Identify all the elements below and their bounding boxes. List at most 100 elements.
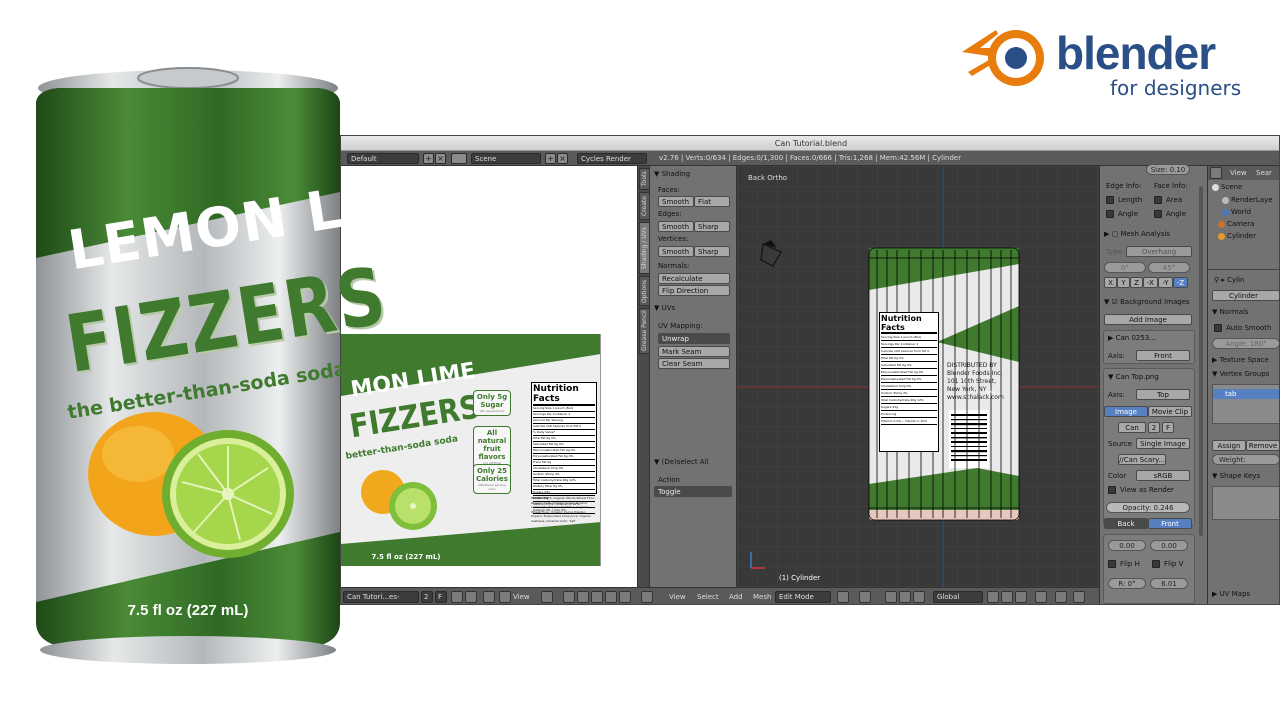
- auto-smooth-checkbox[interactable]: [1214, 324, 1222, 332]
- snap-icon[interactable]: [1073, 591, 1085, 603]
- offset-x-field[interactable]: 0.00: [1108, 540, 1146, 551]
- action-select[interactable]: Toggle: [654, 486, 732, 497]
- scale-field[interactable]: 6.01: [1150, 578, 1188, 589]
- rotate-icon[interactable]: [913, 591, 925, 603]
- tab-shading-uvs[interactable]: Shading / UVs: [639, 222, 650, 274]
- image-tab[interactable]: Image: [1104, 406, 1148, 417]
- uv-sync-icon[interactable]: [563, 591, 575, 603]
- vertices-smooth-button[interactable]: Smooth: [658, 246, 694, 257]
- 3d-viewport[interactable]: Back Ortho (1) Cylinder Nutrition Facts …: [737, 166, 1099, 587]
- max-angle-field[interactable]: 45°: [1148, 262, 1190, 273]
- bg-image-2-name[interactable]: ▼ Can Top.png: [1108, 373, 1159, 381]
- manipulator-icon[interactable]: [885, 591, 897, 603]
- assign-button[interactable]: Assign: [1212, 440, 1246, 451]
- flip-v-checkbox[interactable]: [1152, 560, 1160, 568]
- auto-smooth-angle-field[interactable]: Angle: 180°: [1212, 338, 1279, 349]
- menu-add[interactable]: Add: [729, 591, 743, 603]
- vertex-group-list[interactable]: tab: [1212, 384, 1279, 424]
- pivot-icon[interactable]: [541, 591, 553, 603]
- background-images-header[interactable]: ▼ ☑ Background Images: [1104, 298, 1190, 306]
- mark-seam-button[interactable]: Mark Seam: [658, 346, 730, 357]
- axis-y-button[interactable]: Y: [1117, 277, 1130, 288]
- folder-icon[interactable]: [451, 591, 463, 603]
- flip-h-checkbox[interactable]: [1108, 560, 1116, 568]
- vertex-groups-panel-header[interactable]: ▼ Vertex Groups: [1212, 370, 1269, 378]
- layer-icon[interactable]: [1035, 591, 1047, 603]
- face-select-icon[interactable]: [605, 591, 617, 603]
- flip-direction-button[interactable]: Flip Direction: [658, 285, 730, 296]
- edges-sharp-button[interactable]: Sharp: [694, 221, 730, 232]
- uv-maps-panel-header[interactable]: ▶ UV Maps: [1212, 590, 1250, 598]
- vertex-group-item[interactable]: tab: [1213, 389, 1279, 399]
- image-users-count[interactable]: 2: [421, 591, 433, 603]
- translate-icon[interactable]: [899, 591, 911, 603]
- vertices-sharp-button[interactable]: Sharp: [694, 246, 730, 257]
- min-angle-field[interactable]: 0°: [1104, 262, 1146, 273]
- movie-clip-tab[interactable]: Movie Clip: [1148, 406, 1192, 417]
- sticky-select-icon[interactable]: [619, 591, 631, 603]
- vertex-select-icon[interactable]: [577, 591, 589, 603]
- image-path-field[interactable]: //Can Scary...: [1118, 454, 1166, 465]
- edge-select-icon[interactable]: [1001, 591, 1013, 603]
- outliner-editor-type-icon[interactable]: [1210, 167, 1222, 179]
- opacity-slider[interactable]: Opacity: 0.246: [1106, 502, 1190, 513]
- add-scene-button[interactable]: +: [545, 153, 556, 164]
- deselect-all-panel-header[interactable]: ▼ (De)select All: [654, 458, 708, 466]
- axis-z-button[interactable]: Z: [1130, 277, 1143, 288]
- unwrap-button[interactable]: Unwrap: [658, 333, 730, 344]
- faces-smooth-button[interactable]: Smooth: [658, 196, 694, 207]
- axis-neg-z-button[interactable]: -Z: [1173, 277, 1188, 288]
- mode-select[interactable]: Edit Mode: [775, 591, 831, 603]
- add-image-button[interactable]: Add Image: [1104, 314, 1192, 325]
- bg-image-1-name[interactable]: ▶ Can 0253...: [1108, 334, 1156, 342]
- back-button[interactable]: Back: [1104, 518, 1148, 529]
- render-engine-select[interactable]: Cycles Render: [577, 153, 647, 164]
- recalculate-button[interactable]: Recalculate: [658, 273, 730, 284]
- context-object-path[interactable]: ⚲ ▸ Cylin: [1214, 276, 1244, 284]
- axis-neg-x-button[interactable]: -X: [1143, 277, 1158, 288]
- editor-type-icon[interactable]: [641, 591, 653, 603]
- shape-key-list[interactable]: [1212, 486, 1279, 520]
- faces-flat-button[interactable]: Flat: [694, 196, 730, 207]
- edge-angle-checkbox[interactable]: [1106, 210, 1114, 218]
- outliner-menu-view[interactable]: View: [1230, 167, 1247, 179]
- uvs-panel-header[interactable]: ▼ UVs: [654, 304, 675, 312]
- remove-scene-button[interactable]: ×: [557, 153, 568, 164]
- length-checkbox[interactable]: [1106, 196, 1114, 204]
- tab-options[interactable]: Options: [639, 276, 650, 306]
- vertex-select-icon[interactable]: [987, 591, 999, 603]
- bg-image-2-axis-select[interactable]: Top: [1136, 389, 1190, 400]
- menu-view[interactable]: View: [669, 591, 686, 603]
- mesh-analysis-header[interactable]: ▶ ▢ Mesh Analysis: [1104, 230, 1170, 238]
- source-select[interactable]: Single Image: [1136, 438, 1190, 449]
- color-space-select[interactable]: sRGB: [1136, 470, 1190, 481]
- offset-y-field[interactable]: 0.00: [1150, 540, 1188, 551]
- fake-user-toggle[interactable]: F: [435, 591, 447, 603]
- bg-image-users[interactable]: 2: [1148, 422, 1160, 433]
- tab-grease-pencil[interactable]: Grease Pencil: [639, 308, 650, 354]
- front-button[interactable]: Front: [1148, 518, 1192, 529]
- area-checkbox[interactable]: [1154, 196, 1162, 204]
- outliner-cylinder[interactable]: Cylinder: [1218, 232, 1256, 240]
- editor-type-icon[interactable]: [499, 591, 511, 603]
- axis-neg-y-button[interactable]: -Y: [1158, 277, 1173, 288]
- proportional-edit-icon[interactable]: [1055, 591, 1067, 603]
- face-angle-checkbox[interactable]: [1154, 210, 1162, 218]
- outliner-world[interactable]: World: [1222, 208, 1251, 216]
- bg-image-1-axis-select[interactable]: Front: [1136, 350, 1190, 361]
- pivot-point-icon[interactable]: [859, 591, 871, 603]
- edge-select-icon[interactable]: [591, 591, 603, 603]
- face-select-icon[interactable]: [1015, 591, 1027, 603]
- menu-mesh[interactable]: Mesh: [753, 591, 771, 603]
- remove-button[interactable]: Remove: [1246, 440, 1279, 451]
- outliner-menu-search[interactable]: Sear: [1256, 167, 1272, 179]
- clear-seam-button[interactable]: Clear Seam: [658, 358, 730, 369]
- mesh-datablock-field[interactable]: Cylinder: [1212, 290, 1279, 301]
- normals-panel-header[interactable]: ▼ Normals: [1212, 308, 1249, 316]
- shading-panel-header[interactable]: ▼ Shading: [654, 170, 690, 178]
- new-image-icon[interactable]: [465, 591, 477, 603]
- rotation-field[interactable]: R: 0°: [1108, 578, 1146, 589]
- tab-create[interactable]: Create: [639, 192, 650, 220]
- weight-field[interactable]: Weight:: [1212, 454, 1279, 465]
- tab-tools[interactable]: Tools: [639, 168, 650, 190]
